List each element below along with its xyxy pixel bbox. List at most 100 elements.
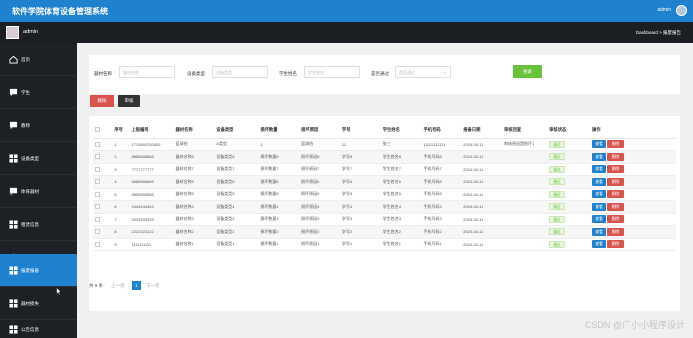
cell-idx: 9 xyxy=(112,238,130,251)
row-select-cell[interactable] xyxy=(93,138,113,151)
row-delete-button[interactable]: 删除 xyxy=(607,177,625,186)
checkbox[interactable] xyxy=(95,141,100,147)
cell-phone: 手机号码7 xyxy=(421,163,462,176)
table-row[interactable]: 1 1712802220420 篮球拍 A类型 1 篮球拍 11 张三 13111111111 2… xyxy=(93,138,676,151)
table-row[interactable]: 4 6666666666 器材名称6 设备类型6 损坏数量6 损坏原因6 学号6 学生姓名6 手… xyxy=(93,175,676,189)
table-row[interactable]: 5 5555555555 器材名称5 设备类型5 损坏数量5 损坏原因5 学号5 学生姓名5 手… xyxy=(93,188,676,201)
cell-status: 通过 xyxy=(547,200,591,214)
table-row[interactable]: 3 7777777777 器材名称7 设备类型7 损坏数量7 损坏原因7 学号7 学生姓名7 手… xyxy=(93,163,676,176)
equipment-name-input[interactable]: 器材名称 xyxy=(119,66,175,78)
checkbox[interactable] xyxy=(95,191,100,197)
row-delete-button[interactable]: 删除 xyxy=(607,240,625,249)
checkbox[interactable] xyxy=(95,179,100,185)
cell-date: 2024-04-11 xyxy=(461,225,503,239)
checkbox[interactable] xyxy=(95,204,100,210)
sidebar-item-announcements[interactable]: 公告信息 xyxy=(0,317,77,338)
cell-idx: 4 xyxy=(112,175,130,189)
sidebar-item-equipment-types[interactable]: 设备类型 xyxy=(0,142,77,175)
row-select-cell[interactable] xyxy=(93,175,113,189)
view-button[interactable]: 查看 xyxy=(592,215,607,224)
table-row[interactable]: 6 4444444444 器材名称4 设备类型4 损坏数量4 损坏原因4 学号4 学生姓名4 手… xyxy=(93,200,676,214)
checkbox[interactable] xyxy=(95,229,100,235)
equipment-type-input[interactable]: 设备类型 xyxy=(212,66,268,78)
view-button[interactable]: 查看 xyxy=(592,227,607,236)
row-select-cell[interactable] xyxy=(93,213,113,226)
view-button[interactable]: 查看 xyxy=(592,140,607,149)
sidebar-item-teachers[interactable]: 教师 xyxy=(0,109,77,142)
cell-date: 2024-04-11 xyxy=(461,138,503,151)
sidebar-item-home[interactable]: 首页 xyxy=(0,43,77,76)
view-button[interactable]: 查看 xyxy=(592,152,607,161)
type-label: 设备类型 xyxy=(187,71,205,76)
cell-reason: 损坏原因6 xyxy=(299,175,340,189)
table-header: 序号 xyxy=(112,122,130,139)
row-select-cell[interactable] xyxy=(93,163,113,176)
table-row[interactable]: 9 1111111111 器材名称1 设备类型1 损坏数量1 损坏原因1 学号1 学生姓名1 手… xyxy=(93,238,676,251)
view-button[interactable]: 查看 xyxy=(592,202,607,211)
cell-actions: 查看 删除 xyxy=(590,200,676,214)
cell-date: 2024-04-11 xyxy=(461,200,503,214)
cell-sno: 学号2 xyxy=(339,225,381,239)
sidebar-item-equipment-loss[interactable]: 器材损失 xyxy=(0,287,77,320)
row-delete-button[interactable]: 删除 xyxy=(607,202,625,211)
approved-select[interactable]: 是否通过 ⌄ xyxy=(395,66,451,78)
avatar[interactable] xyxy=(6,26,19,39)
sidebar-item-label: 器材损失 xyxy=(21,301,39,306)
cell-reason: 损坏原因5 xyxy=(299,188,340,201)
cell-sname: 学生姓名4 xyxy=(380,200,422,214)
checkbox[interactable] xyxy=(95,241,100,247)
table-row[interactable]: 8 2222222222 器材名称2 设备类型2 损坏数量2 损坏原因2 学号2 学生姓名2 手… xyxy=(93,225,676,239)
student-name-input[interactable]: 学生姓名 xyxy=(304,66,360,78)
row-select-cell[interactable] xyxy=(93,225,113,239)
row-delete-button[interactable]: 删除 xyxy=(607,140,625,149)
report-table: 序号 上报编号 器材名称 设备类型 损坏数量 损坏原因 学号 学生姓名 手机号码… xyxy=(93,122,676,251)
cell-idx: 8 xyxy=(112,225,130,239)
search-panel: 器材名称 器材名称 设备类型 设备类型 学生姓名 学生姓名 是否通过 是否通过 … xyxy=(89,55,680,94)
view-button[interactable]: 查看 xyxy=(592,177,607,186)
delete-button[interactable]: 删除 xyxy=(90,95,114,107)
view-button[interactable]: 查看 xyxy=(592,190,607,199)
row-select-cell[interactable] xyxy=(93,188,113,201)
sidebar-item-students[interactable]: 学生 xyxy=(0,76,77,109)
row-delete-button[interactable]: 删除 xyxy=(607,165,625,174)
row-delete-button[interactable]: 删除 xyxy=(607,215,625,224)
row-delete-button[interactable]: 删除 xyxy=(607,227,625,236)
checkbox[interactable] xyxy=(95,154,100,160)
table-row[interactable]: 7 3333333333 器材名称3 设备类型3 损坏数量3 损坏原因3 学号3 学生姓名3 手… xyxy=(93,213,676,226)
cell-date: 2024-04-11 xyxy=(461,150,503,164)
action-bar: 删除 审核 xyxy=(89,95,149,107)
sidebar-item-label: 租赁信息 xyxy=(21,222,39,227)
top-username[interactable]: admin xyxy=(657,7,671,13)
cell-type: 设备类型2 xyxy=(214,225,259,239)
pager-total: 共 9 条 xyxy=(89,283,104,288)
app-title: 软件学院体育设备管理系统 xyxy=(12,7,108,16)
search-button[interactable]: 搜索 xyxy=(513,65,542,78)
table-header: 审核状态 xyxy=(547,122,591,139)
pager-current-page[interactable]: 1 xyxy=(132,281,141,290)
checkbox[interactable] xyxy=(95,166,100,172)
row-select-cell[interactable] xyxy=(93,150,113,164)
row-select-cell[interactable] xyxy=(93,200,113,214)
cell-type: A类型 xyxy=(214,138,259,151)
view-button[interactable]: 查看 xyxy=(592,165,607,174)
checkbox[interactable] xyxy=(95,127,100,133)
sidebar-item-sports-equipment[interactable]: 体育器材 xyxy=(0,175,77,208)
sidebar-item-rentals[interactable]: 租赁信息 xyxy=(0,208,77,241)
cell-reply: 审核原因是损坏1 xyxy=(502,138,548,151)
sidebar-item-scrap-reports[interactable]: 报废报备 xyxy=(0,254,77,287)
checkbox[interactable] xyxy=(95,216,100,222)
cell-type: 设备类型7 xyxy=(214,163,259,176)
pager-prev[interactable]: 上一页 xyxy=(111,283,125,289)
view-button[interactable]: 查看 xyxy=(592,240,607,249)
row-select-cell[interactable] xyxy=(93,238,113,251)
top-avatar[interactable] xyxy=(676,5,687,16)
row-delete-button[interactable]: 删除 xyxy=(607,190,625,199)
table-row[interactable]: 2 8888888888 器材名称8 设备类型8 损坏数量8 损坏原因8 学号8 学生姓名8 手… xyxy=(93,150,676,164)
header-select-all[interactable] xyxy=(93,122,113,139)
cell-phone: 手机号码5 xyxy=(421,188,462,201)
pager-next[interactable]: 下一页 xyxy=(146,283,160,289)
top-bar: 软件学院体育设备管理系统 admin xyxy=(0,0,693,22)
cell-idx: 1 xyxy=(112,138,130,151)
audit-button[interactable]: 审核 xyxy=(118,95,140,107)
row-delete-button[interactable]: 删除 xyxy=(607,152,625,161)
